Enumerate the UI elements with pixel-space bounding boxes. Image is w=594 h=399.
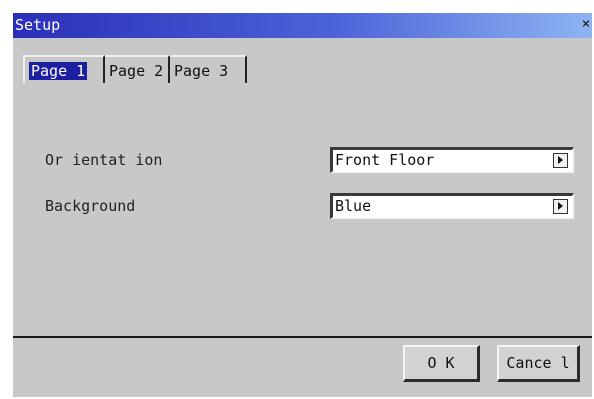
tab-label: Page 1 bbox=[29, 62, 88, 80]
orientation-value: Front Floor bbox=[335, 151, 435, 169]
ok-button[interactable]: O K bbox=[403, 345, 480, 382]
tab-page-1[interactable]: Page 1 bbox=[23, 55, 105, 83]
tab-page-3[interactable]: Page 3 bbox=[170, 55, 247, 83]
orientation-label: Or ientat ion bbox=[45, 151, 163, 169]
tab-label: Page 3 bbox=[174, 62, 229, 80]
tab-page-2[interactable]: Page 2 bbox=[105, 55, 170, 83]
window-title: Setup bbox=[15, 16, 61, 34]
background-value: Blue bbox=[335, 197, 372, 215]
tab-label: Page 2 bbox=[109, 62, 164, 80]
background-dropdown[interactable]: Blue bbox=[330, 193, 574, 219]
background-label: Background bbox=[45, 197, 136, 215]
dropdown-arrow-icon[interactable] bbox=[553, 199, 568, 214]
separator-line bbox=[13, 336, 592, 338]
close-icon[interactable]: × bbox=[581, 17, 591, 32]
setup-dialog: Setup × Page 1 Page 2 Page 3 Or ientat i… bbox=[13, 13, 592, 397]
title-bar[interactable]: Setup × bbox=[13, 13, 592, 38]
orientation-dropdown[interactable]: Front Floor bbox=[330, 147, 574, 173]
dropdown-arrow-icon[interactable] bbox=[553, 153, 568, 168]
cancel-button[interactable]: Cance l bbox=[497, 345, 580, 382]
